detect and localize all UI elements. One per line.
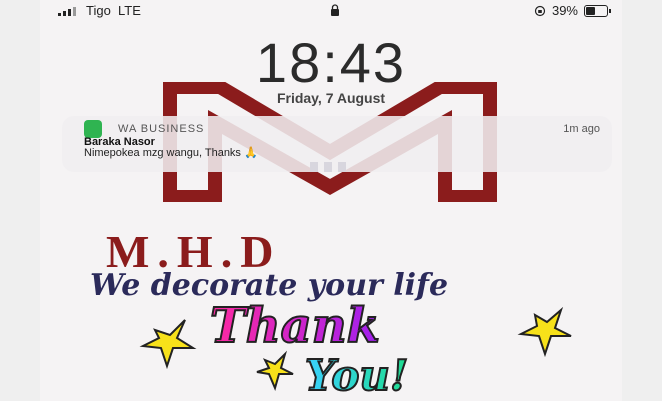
lock-time: 18:43 xyxy=(255,31,407,94)
notification-message: Nimepokea mzg wangu, Thanks 🙏 xyxy=(84,147,258,159)
status-bar: Tigo LTE 39% xyxy=(40,0,622,22)
thank-you-artwork: Thank You! xyxy=(139,297,572,401)
lock-icon xyxy=(331,4,339,16)
orientation-lock-icon xyxy=(534,5,546,16)
phone-lock-screen: Tigo LTE 39% 18:43 Friday, 7 August WA B… xyxy=(40,0,622,401)
carrier-label: Tigo LTE xyxy=(86,3,141,18)
svg-text:You!: You! xyxy=(305,351,408,400)
svg-text:Thank: Thank xyxy=(210,298,380,354)
left-margin xyxy=(0,0,40,401)
notification-app-name: WA BUSINESS xyxy=(118,123,205,135)
battery-percent: 39% xyxy=(551,3,578,18)
right-margin xyxy=(622,0,662,401)
battery-status: 39% xyxy=(534,3,611,18)
signal-icon xyxy=(58,7,76,16)
battery-icon xyxy=(584,4,611,17)
notification-time: 1m ago xyxy=(563,123,600,135)
lock-date: Friday, 7 August xyxy=(276,90,386,106)
notification-card[interactable]: WA BUSINESS 1m ago Baraka Nasor Nimepoke… xyxy=(62,116,612,172)
